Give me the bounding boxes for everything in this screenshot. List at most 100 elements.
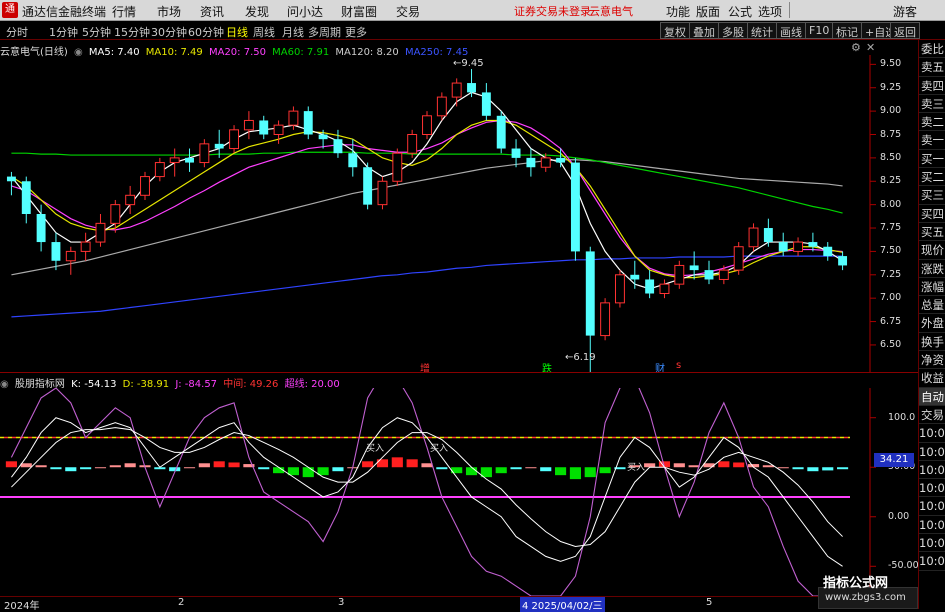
tf-timeshare[interactable]: 分时 — [6, 24, 28, 40]
menu-news[interactable]: 资讯 — [200, 3, 224, 20]
menu-wealth[interactable]: 财富圈 — [341, 3, 377, 20]
candle-body — [407, 134, 418, 154]
side-item[interactable]: 现价 — [919, 241, 945, 260]
indicator-bar — [495, 467, 507, 474]
price-tick-label: 6.50 — [880, 338, 902, 350]
menu-formula[interactable]: 公式 — [728, 3, 752, 20]
tag-s[interactable]: s — [676, 360, 681, 371]
indicator-tick-label: 0.00 — [888, 510, 910, 522]
candle-body — [645, 279, 655, 294]
multi-stock-button[interactable]: 多股 — [718, 22, 748, 39]
menu-quotes[interactable]: 行情 — [112, 3, 136, 20]
side-item[interactable]: 涨跌 — [919, 260, 945, 278]
indicator-chart[interactable] — [0, 388, 918, 596]
side-item[interactable]: 买二 — [919, 168, 945, 187]
buy-tag-2: 买入 — [430, 444, 449, 454]
side-item[interactable]: 自动 — [919, 387, 945, 406]
back-button[interactable]: 返回 — [890, 22, 920, 39]
tf-more[interactable]: 更多 — [345, 24, 367, 40]
side-item[interactable]: 买五 — [919, 223, 945, 242]
candle-body — [600, 302, 611, 337]
side-item[interactable]: 10:06 — [919, 479, 945, 498]
menu-layout[interactable]: 版面 — [696, 3, 720, 20]
ma60-line — [11, 151, 843, 214]
candle-body — [185, 157, 194, 163]
f10-button[interactable]: F10 — [805, 22, 834, 39]
side-item[interactable]: 卖五 — [919, 58, 945, 77]
side-item[interactable]: 10:06 — [919, 516, 945, 535]
tf-multi[interactable]: 多周期 — [308, 24, 341, 40]
side-item[interactable]: 涨幅 — [919, 278, 945, 297]
tf-30min[interactable]: 30分钟 — [151, 24, 187, 40]
tf-60min[interactable]: 60分钟 — [188, 24, 224, 40]
side-item[interactable]: 10:06 — [919, 424, 945, 443]
side-item[interactable]: 卖一 — [919, 131, 945, 150]
menu-discover[interactable]: 发现 — [245, 3, 269, 20]
indicator-bar — [777, 467, 789, 469]
adjust-button[interactable]: 复权 — [660, 22, 690, 39]
side-item[interactable]: 外盘 — [919, 314, 945, 333]
indicator-bar — [584, 467, 596, 478]
tf-daily[interactable]: 日线 — [226, 24, 248, 40]
side-item[interactable]: 委比 — [919, 40, 945, 59]
price-tick-label: 9.50 — [880, 58, 902, 70]
indicator-bar — [510, 467, 522, 470]
candle-body — [511, 148, 521, 158]
tf-5min[interactable]: 5分钟 — [82, 24, 111, 40]
indicator-bar — [525, 467, 537, 469]
indicator-bar — [391, 457, 403, 468]
panel-divider — [0, 372, 918, 373]
menu-options[interactable]: 选项 — [758, 3, 782, 20]
tf-15min[interactable]: 15分钟 — [114, 24, 150, 40]
side-item[interactable]: 卖四 — [919, 77, 945, 95]
side-item[interactable]: 10:06 — [919, 497, 945, 516]
menu-ask[interactable]: 问小达 — [287, 3, 323, 20]
close-icon[interactable]: ✕ — [866, 41, 875, 54]
side-item[interactable]: 10:06 — [919, 461, 945, 480]
indicator-bar — [80, 467, 92, 470]
candle-body — [333, 139, 343, 154]
draw-button[interactable]: 画线 — [776, 22, 806, 39]
side-item[interactable]: 交易 — [919, 406, 945, 425]
side-item[interactable]: 10:06 — [919, 534, 945, 553]
indicator-tick-label: 100.0 — [888, 411, 916, 423]
menu-function[interactable]: 功能 — [666, 3, 690, 20]
side-item[interactable]: 卖二 — [919, 113, 945, 132]
candle-body — [556, 157, 566, 163]
price-chart[interactable] — [0, 55, 918, 373]
tf-weekly[interactable]: 周线 — [253, 24, 275, 40]
date-feb: 2 — [178, 597, 185, 608]
menu-trade[interactable]: 交易 — [396, 3, 420, 20]
side-item[interactable]: 卖三 — [919, 95, 945, 114]
side-item[interactable]: 总量 — [919, 296, 945, 315]
side-item[interactable]: 收益 — [919, 369, 945, 388]
side-item[interactable]: 买三 — [919, 186, 945, 205]
side-item[interactable]: 换手 — [919, 333, 945, 352]
high-price-label: 9.45 — [461, 58, 484, 69]
overlay-button[interactable]: 叠加 — [689, 22, 719, 39]
price-tick-label: 9.00 — [880, 105, 902, 117]
side-item[interactable]: 买四 — [919, 205, 945, 223]
candle-body — [377, 180, 388, 206]
stats-button[interactable]: 统计 — [747, 22, 777, 39]
indicator-bar — [644, 463, 656, 468]
side-item[interactable]: 10:06 — [919, 443, 945, 461]
tf-monthly[interactable]: 月线 — [282, 24, 304, 40]
indicator-bar — [718, 461, 730, 468]
mark-button[interactable]: 标记 — [832, 22, 862, 39]
user-label[interactable]: 游客 — [893, 3, 917, 20]
menu-market[interactable]: 市场 — [157, 3, 181, 20]
side-item[interactable]: 净资 — [919, 351, 945, 370]
indicator-bar — [376, 459, 389, 468]
settings-gear-icon[interactable]: ⚙ — [851, 41, 861, 54]
menubar: 通 通达信金融终端 行情 市场 资讯 发现 问小达 财富圈 交易 证券交易未登录… — [0, 0, 945, 21]
tf-1min[interactable]: 1分钟 — [49, 24, 78, 40]
login-notice[interactable]: 证券交易未登录 — [514, 3, 591, 19]
candle-body — [243, 119, 254, 131]
side-item[interactable]: 10:07 — [919, 552, 945, 571]
side-item[interactable]: 买一 — [919, 150, 945, 169]
price-tick-label: 7.75 — [880, 222, 902, 234]
indicator-bar — [332, 467, 344, 472]
candle-body — [125, 194, 136, 206]
candle-body — [793, 241, 804, 252]
